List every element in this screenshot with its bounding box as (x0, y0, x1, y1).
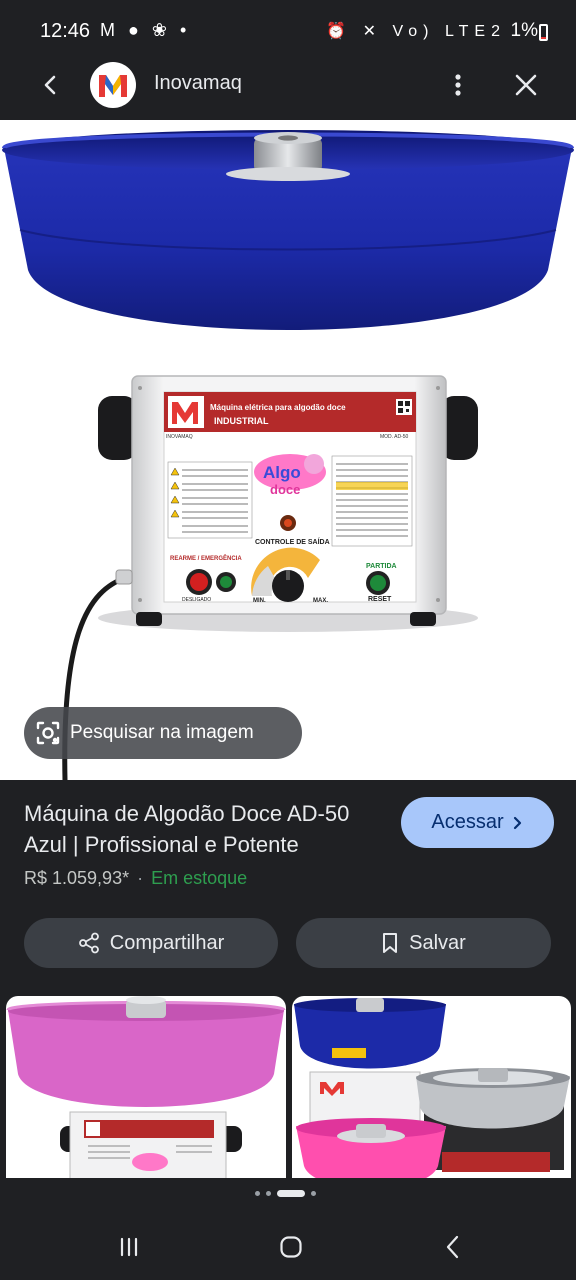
battery-level: 1% (510, 20, 538, 41)
start-label: PARTIDA (366, 563, 397, 570)
app-bar: Inovamaq (0, 56, 576, 118)
save-button-label: Salvar (409, 931, 466, 954)
page-dot-active (277, 1190, 305, 1197)
close-icon[interactable] (511, 70, 541, 100)
related-images (0, 996, 576, 1180)
site-title[interactable]: Inovamaq (154, 72, 242, 95)
product-info-panel: Máquina de Algodão Doce AD-50 Azul | Pro… (0, 780, 576, 1000)
recents-icon[interactable] (116, 1234, 142, 1260)
machine-header-line1: Máquina elétrica para algodão doce (210, 403, 346, 412)
battery-icon (539, 24, 548, 41)
share-button-label: Compartilhar (109, 931, 225, 954)
bookmark-icon (383, 933, 398, 953)
emergency-label: REARME / EMERGÊNCIA (170, 554, 242, 562)
cotton-candy-machine-illustration: Máquina elétrica para algodão doce INDUS… (2, 130, 574, 780)
chevron-right-icon (513, 816, 521, 829)
navigation-bar (0, 1178, 576, 1280)
share-icon (78, 932, 99, 954)
pink-machine-thumbnail (6, 996, 286, 1180)
related-image-multi-machines[interactable] (292, 996, 571, 1180)
multiple-machines-thumbnail (294, 998, 570, 1180)
page-dot (266, 1191, 271, 1196)
dial-max-label: MAX. (313, 598, 328, 604)
visit-button-label: Acessar (431, 811, 504, 833)
home-icon[interactable] (278, 1234, 304, 1260)
off-label: DESLIGADO (182, 597, 211, 603)
product-title[interactable]: Máquina de Algodão Doce AD-50 Azul | Pro… (24, 798, 384, 860)
back-arrow-icon[interactable] (36, 70, 66, 100)
share-button[interactable]: Compartilhar (24, 918, 278, 968)
price-line: R$ 1.059,93* · Em estoque (24, 868, 247, 889)
dial-min-label: MIN. (253, 598, 266, 604)
notification-icons: M ● ❀ • (100, 20, 191, 40)
page-indicator (255, 1190, 316, 1197)
status-bar: 12:46 M ● ❀ • ⏰ ✕ Vo) LTE2 1% (0, 0, 576, 64)
save-button[interactable]: Salvar (296, 918, 551, 968)
visit-button[interactable]: Acessar (401, 797, 554, 848)
more-options-icon[interactable] (446, 70, 470, 100)
page-dot (255, 1191, 260, 1196)
algodoce-logo-line2: doce (270, 482, 300, 497)
machine-model: MOD. AD-50 (380, 434, 409, 440)
inovamaq-logo-icon (99, 75, 127, 97)
product-price: R$ 1.059,93* (24, 868, 130, 888)
search-image-label: Pesquisar na imagem (70, 722, 254, 743)
system-status-icons: ⏰ ✕ Vo) LTE2 (326, 23, 506, 40)
control-label: CONTROLE DE SAÍDA (255, 537, 330, 546)
stock-status: Em estoque (151, 868, 248, 888)
related-image-pink-machine[interactable] (6, 996, 286, 1180)
status-time: 12:46 (40, 20, 91, 42)
nav-back-icon[interactable] (440, 1234, 466, 1260)
lens-icon (36, 721, 60, 745)
search-image-button[interactable]: Pesquisar na imagem (24, 707, 302, 759)
separator-dot: · (137, 868, 144, 888)
site-logo[interactable] (90, 62, 136, 108)
algodoce-logo-line1: Algo (263, 463, 301, 482)
machine-brand: INOVAMAQ (166, 434, 193, 440)
product-image[interactable]: Máquina elétrica para algodão doce INDUS… (0, 120, 576, 780)
page-dot (311, 1191, 316, 1196)
reset-label: RESET (368, 596, 392, 603)
machine-header-line2: INDUSTRIAL (214, 416, 269, 426)
